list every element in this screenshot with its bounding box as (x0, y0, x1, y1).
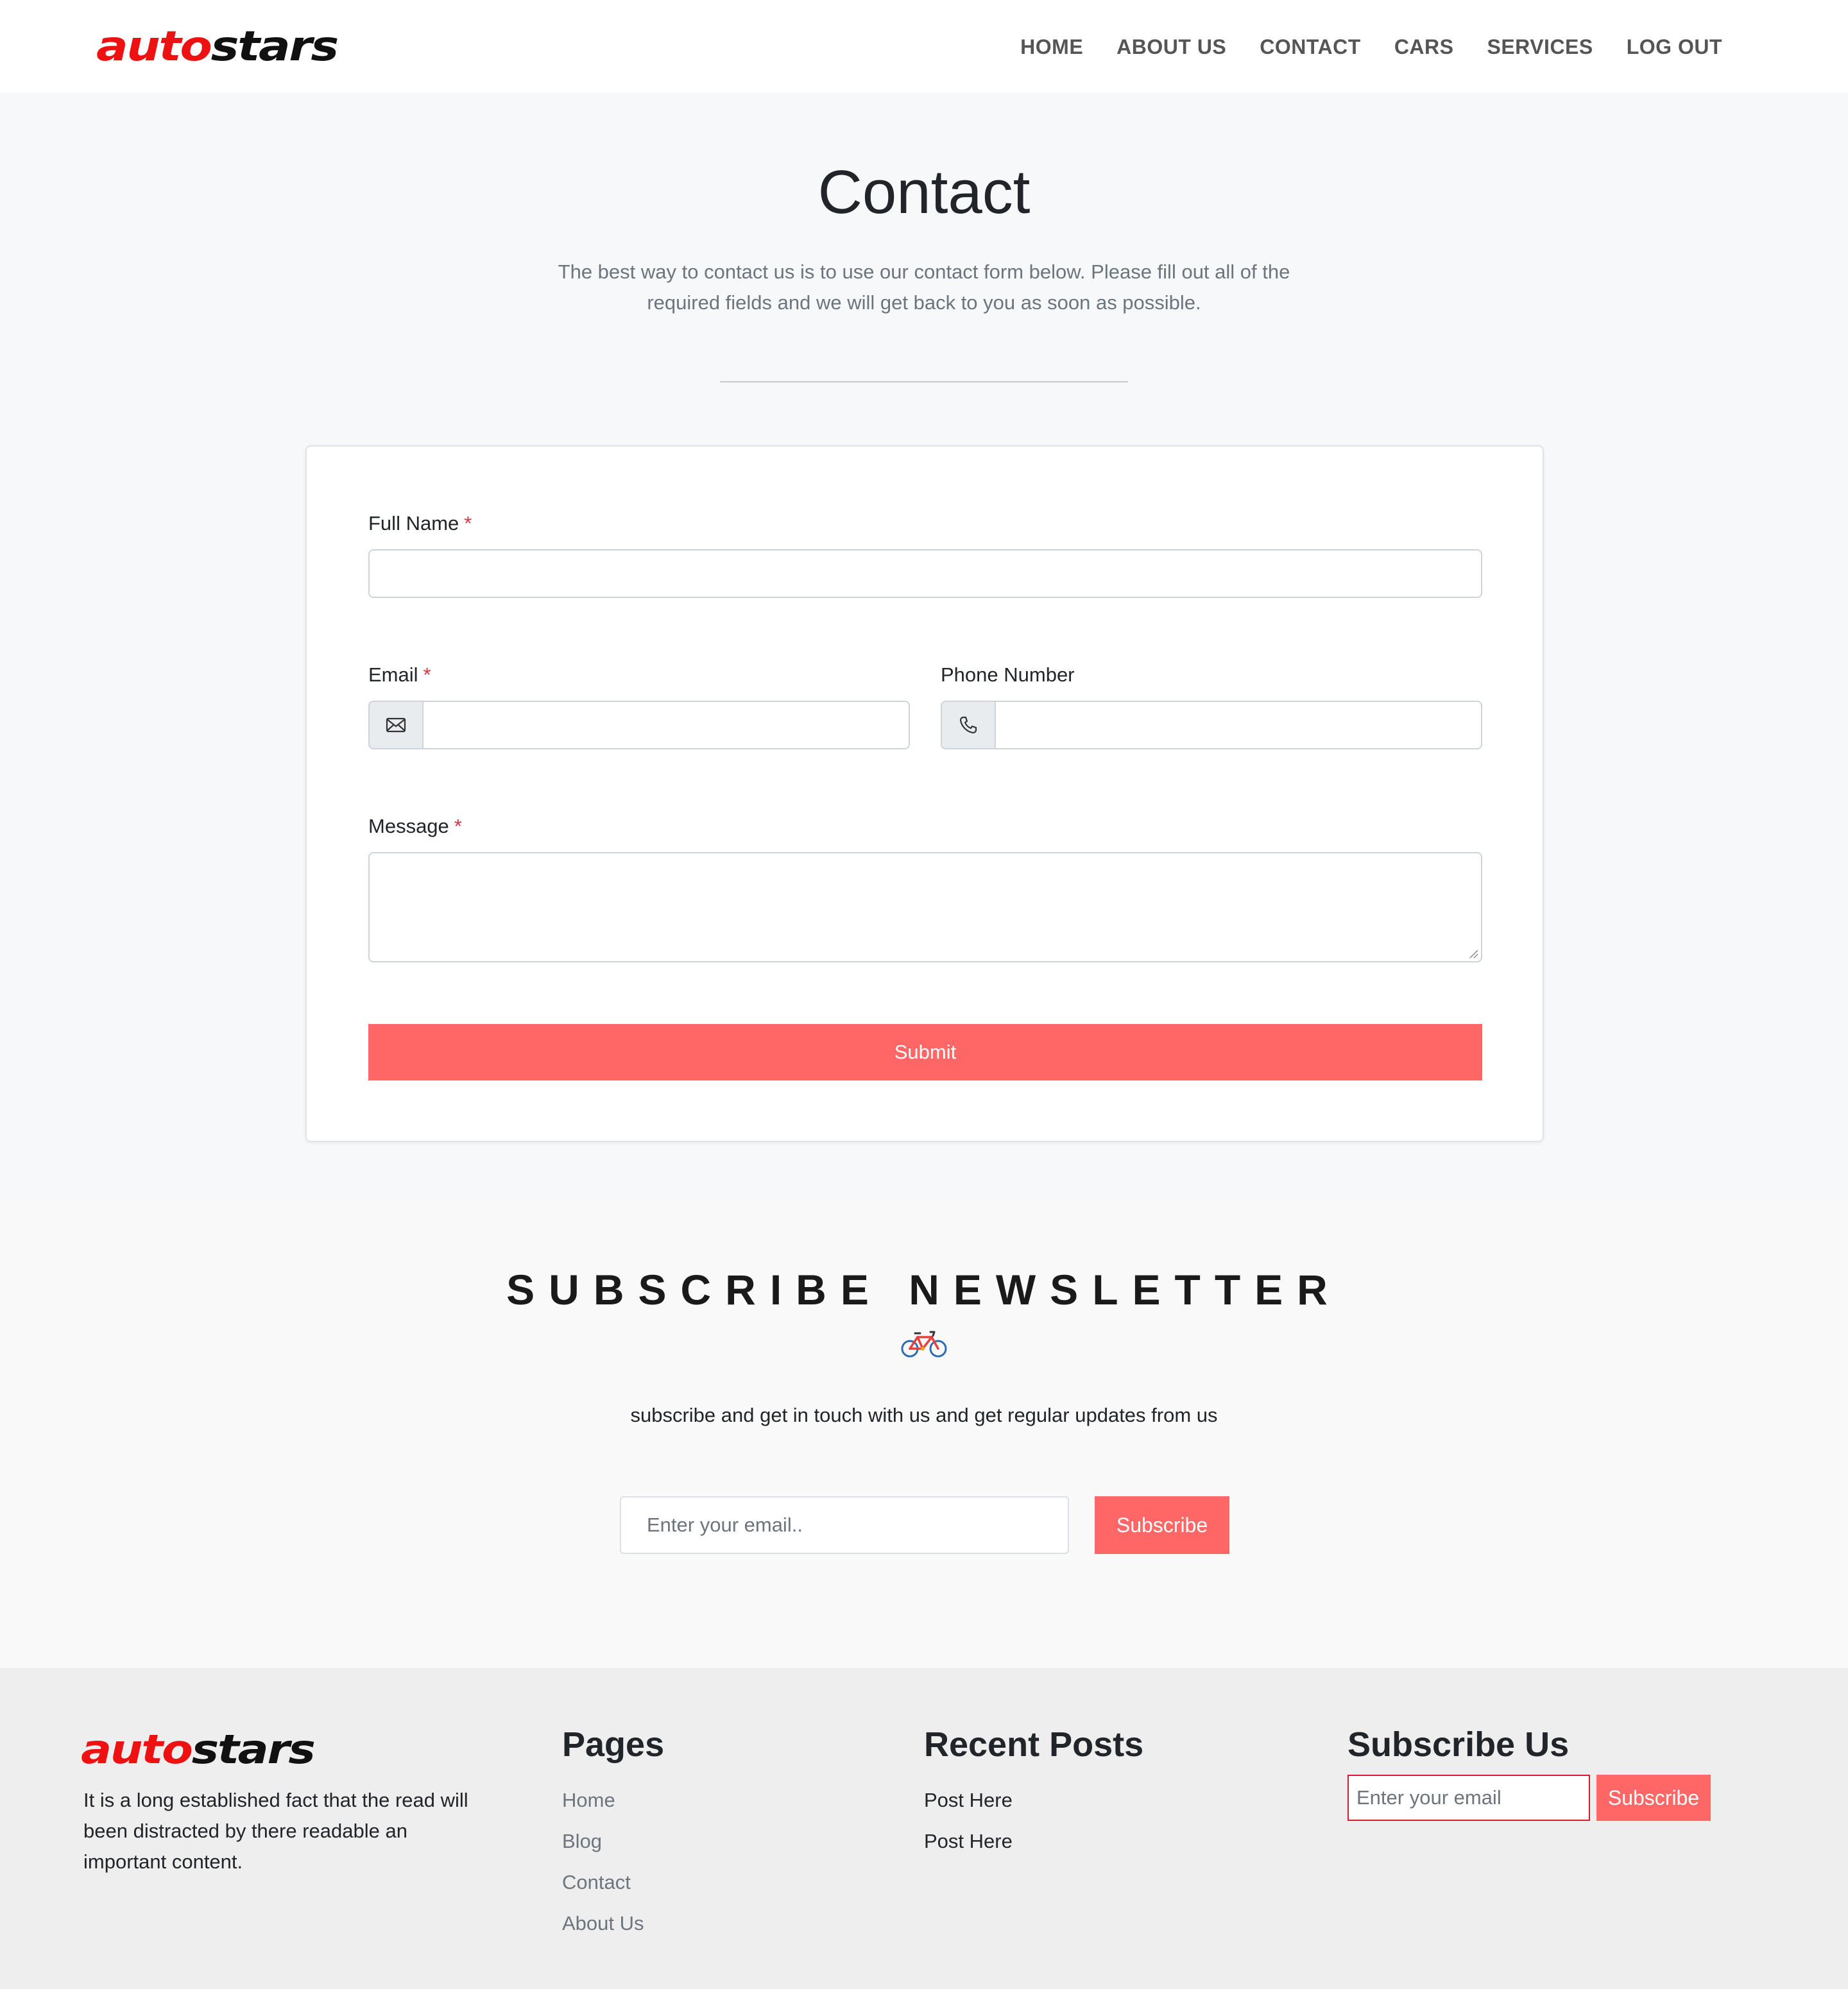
full-name-label: Full Name * (368, 511, 472, 536)
footer-link-about[interactable]: About Us (562, 1903, 644, 1944)
nav-home-link[interactable]: HOME (1004, 31, 1100, 63)
bicycle-icon (901, 1331, 947, 1358)
logo-part-auto: auto (81, 1726, 193, 1773)
footer-email-input[interactable]: Enter your email (1348, 1775, 1590, 1821)
logo-part-stars: stars (191, 1726, 316, 1773)
page-title: Contact (817, 158, 1031, 226)
logo-part-auto: auto (96, 23, 212, 71)
email-input[interactable] (422, 701, 910, 749)
footer-link-home[interactable]: Home (562, 1780, 644, 1821)
brand-logo[interactable]: autostars (96, 23, 339, 71)
submit-button[interactable]: Submit (368, 1024, 1482, 1080)
newsletter-subtitle: subscribe and get in touch with us and g… (630, 1404, 1218, 1426)
footer-logo[interactable]: autostars (81, 1726, 316, 1773)
footer-pages-heading: Pages (562, 1725, 665, 1764)
footer-recent-heading: Recent Posts (924, 1725, 1144, 1764)
message-label: Message * (368, 814, 462, 839)
page-subtitle: The best way to contact us is to use our… (558, 260, 1290, 314)
phone-input[interactable] (995, 701, 1482, 749)
phone-input-group (941, 701, 1482, 749)
nav-cars-link[interactable]: CARS (1378, 31, 1471, 63)
nav-services-link[interactable]: SERVICES (1470, 31, 1609, 63)
main-nav: HOME ABOUT US CONTACT CARS SERVICES LOG … (1004, 31, 1739, 63)
footer-recent-list: Post Here Post Here (924, 1780, 1013, 1862)
contact-form-card: Full Name * Email * Phone Number Message * (305, 445, 1544, 1142)
footer-subscribe-heading: Subscribe Us (1348, 1725, 1570, 1764)
newsletter-title: SUBSCRIBE NEWSLETTER (506, 1266, 1342, 1313)
required-asterisk: * (464, 512, 472, 534)
nav-about-link[interactable]: ABOUT US (1100, 31, 1243, 63)
site-footer: autostars It is a long established fact … (0, 1668, 1848, 1989)
top-navbar: autostars HOME ABOUT US CONTACT CARS SER… (0, 0, 1848, 92)
footer-subscribe-button[interactable]: Subscribe (1596, 1775, 1711, 1821)
nav-logout-link[interactable]: LOG OUT (1610, 31, 1739, 63)
envelope-icon (368, 701, 422, 749)
full-name-label-text: Full Name (368, 512, 459, 534)
newsletter-section: SUBSCRIBE NEWSLETTER subscribe and get i… (0, 1200, 1848, 1668)
email-label-text: Email (368, 663, 418, 686)
phone-icon (941, 701, 995, 749)
resize-handle-icon[interactable] (1468, 948, 1478, 959)
footer-recent-post[interactable]: Post Here (924, 1821, 1013, 1862)
required-asterisk: * (454, 815, 462, 837)
newsletter-subscribe-button[interactable]: Subscribe (1095, 1496, 1229, 1554)
email-input-group (368, 701, 910, 749)
logo-part-stars: stars (210, 23, 339, 71)
phone-label: Phone Number (941, 663, 1075, 686)
footer-link-blog[interactable]: Blog (562, 1821, 644, 1862)
message-textarea[interactable] (368, 852, 1482, 962)
footer-pages-list: Home Blog Contact About Us (562, 1780, 644, 1944)
message-label-text: Message (368, 815, 449, 837)
footer-recent-post[interactable]: Post Here (924, 1780, 1013, 1821)
footer-about-text: It is a long established fact that the r… (83, 1789, 468, 1873)
newsletter-email-input[interactable]: Enter your email.. (620, 1496, 1069, 1554)
footer-link-contact[interactable]: Contact (562, 1862, 644, 1903)
email-label: Email * (368, 662, 431, 688)
nav-contact-link[interactable]: CONTACT (1243, 31, 1378, 63)
section-divider (720, 381, 1128, 382)
required-asterisk: * (423, 663, 431, 686)
full-name-input[interactable] (368, 549, 1482, 598)
